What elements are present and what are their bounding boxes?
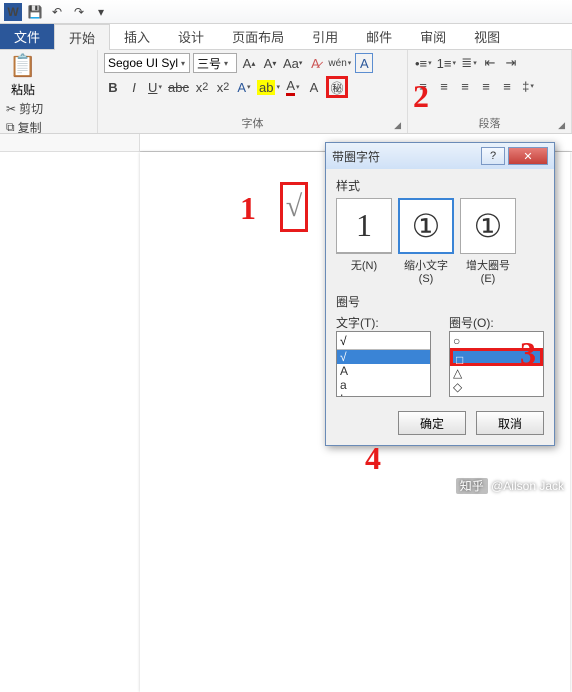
list-item[interactable]: A: [337, 364, 430, 378]
text-label: 文字(T):: [336, 314, 431, 331]
cut-button[interactable]: ✂剪切: [6, 100, 91, 117]
tab-view[interactable]: 视图: [460, 24, 514, 49]
shrink-font-button[interactable]: A▾: [261, 53, 279, 73]
list-item[interactable]: √: [337, 350, 430, 364]
tab-insert[interactable]: 插入: [110, 24, 164, 49]
list-item[interactable]: a: [337, 378, 430, 392]
font-color-button[interactable]: A: [284, 77, 302, 97]
style-enlarge-caption: 增大圈号(E): [460, 257, 516, 285]
strikethrough-button[interactable]: abc: [167, 77, 190, 97]
multilevel-list-button[interactable]: ≣: [460, 53, 478, 73]
subscript-button[interactable]: x2: [193, 77, 211, 97]
qat-customize-icon[interactable]: ▾: [92, 3, 110, 21]
justify-button[interactable]: ≡: [477, 76, 495, 96]
save-icon[interactable]: 💾: [26, 3, 44, 21]
watermark-logo: 知乎: [456, 478, 488, 494]
paragraph-group-label: 段落◢: [414, 113, 565, 131]
group-paragraph: •≡ 1≡ ≣ ⇤ ⇥ ≡ ≡ ≡ ≡ ≡ ‡ 段落◢: [408, 50, 572, 133]
italic-button[interactable]: I: [125, 77, 143, 97]
text-input[interactable]: [337, 332, 430, 350]
group-clipboard: 📋 粘贴 ✂剪切 ⧉复制 🖌格式刷 剪贴板◢: [0, 50, 98, 133]
change-case-button[interactable]: Aa▾: [282, 53, 303, 73]
align-right-button[interactable]: ≡: [456, 76, 474, 96]
word-logo: W: [4, 3, 22, 21]
cancel-button[interactable]: 取消: [476, 411, 544, 435]
align-center-button[interactable]: ≡: [435, 76, 453, 96]
list-item[interactable]: !: [337, 392, 430, 397]
tab-references[interactable]: 引用: [298, 24, 352, 49]
dialog-title: 带圈字符: [332, 148, 380, 165]
enclose-characters-dialog: 带圈字符 ? ✕ 样式 1 无(N) ① 缩小文字(S) ① 增大圈号(E): [325, 142, 555, 446]
text-listbox[interactable]: √ A a !: [336, 331, 431, 397]
help-button[interactable]: ?: [481, 147, 505, 165]
tab-review[interactable]: 审阅: [406, 24, 460, 49]
paste-button[interactable]: 📋 粘贴: [6, 53, 40, 98]
copy-icon: ⧉: [6, 120, 15, 135]
tab-mailings[interactable]: 邮件: [352, 24, 406, 49]
ruler-corner: [0, 134, 140, 152]
list-item[interactable]: □: [450, 348, 543, 366]
ok-button[interactable]: 确定: [398, 411, 466, 435]
ribbon-tabs: 文件 开始 插入 设计 页面布局 引用 邮件 审阅 视图: [0, 24, 572, 50]
list-item[interactable]: ◇: [450, 380, 543, 394]
font-size-combo[interactable]: 三号▾: [193, 53, 237, 73]
dialog-titlebar[interactable]: 带圈字符 ? ✕: [326, 143, 554, 169]
font-family-combo[interactable]: Segoe UI Syl▾: [104, 53, 190, 73]
grow-font-button[interactable]: A▴: [240, 53, 258, 73]
close-button[interactable]: ✕: [508, 147, 548, 165]
paste-label: 粘贴: [11, 81, 35, 98]
font-group-label: 字体◢: [104, 113, 401, 131]
style-shrink-caption: 缩小文字(S): [398, 257, 454, 285]
phonetic-guide-button[interactable]: wén: [327, 53, 352, 73]
enclose-characters-button[interactable]: ㊙: [326, 76, 348, 98]
numbering-button[interactable]: 1≡: [436, 53, 457, 73]
superscript-button[interactable]: x2: [214, 77, 232, 97]
group-font: Segoe UI Syl▾ 三号▾ A▴ A▾ Aa▾ A̷ wén A B I…: [98, 50, 408, 133]
redo-icon[interactable]: ↷: [70, 3, 88, 21]
ribbon: 📋 粘贴 ✂剪切 ⧉复制 🖌格式刷 剪贴板◢ Segoe UI Syl▾ 三号▾…: [0, 50, 572, 134]
watermark-author: @Ailson Jack: [491, 479, 564, 493]
style-none[interactable]: 1 无(N): [336, 198, 392, 285]
dialog-launcher-icon[interactable]: ◢: [394, 120, 401, 131]
bullets-button[interactable]: •≡: [414, 53, 433, 73]
style-none-caption: 无(N): [336, 257, 392, 273]
underline-button[interactable]: U: [146, 77, 164, 97]
ring-label: 圈号(O):: [449, 314, 544, 331]
page-glyph: √: [286, 190, 302, 224]
tab-home[interactable]: 开始: [54, 24, 110, 50]
watermark: 知乎 @Ailson Jack: [456, 477, 564, 494]
ring-listbox[interactable]: ○ □ △ ◇: [449, 331, 544, 397]
text-effects-button[interactable]: A: [235, 77, 253, 97]
highlight-button[interactable]: ab: [256, 77, 281, 97]
clear-formatting-button[interactable]: A̷: [306, 53, 324, 73]
list-item[interactable]: ○: [450, 334, 543, 348]
cut-label: 剪切: [19, 100, 43, 117]
style-enlarge[interactable]: ① 增大圈号(E): [460, 198, 516, 285]
tab-design[interactable]: 设计: [164, 24, 218, 49]
tab-file[interactable]: 文件: [0, 24, 54, 49]
line-spacing-button[interactable]: ‡: [519, 76, 537, 96]
increase-indent-button[interactable]: ⇥: [502, 53, 520, 73]
style-shrink[interactable]: ① 缩小文字(S): [398, 198, 454, 285]
align-left-button[interactable]: ≡: [414, 76, 432, 96]
enclose-label: 圈号: [336, 293, 544, 310]
distributed-button[interactable]: ≡: [498, 76, 516, 96]
undo-icon[interactable]: ↶: [48, 3, 66, 21]
dialog-launcher-icon[interactable]: ◢: [558, 120, 565, 131]
decrease-indent-button[interactable]: ⇤: [481, 53, 499, 73]
character-shading-button[interactable]: A: [305, 77, 323, 97]
quick-access-toolbar: W 💾 ↶ ↷ ▾: [0, 0, 572, 24]
tab-layout[interactable]: 页面布局: [218, 24, 298, 49]
bold-button[interactable]: B: [104, 77, 122, 97]
selected-glyph-box: √: [280, 182, 308, 232]
clipboard-icon: 📋: [9, 53, 36, 79]
styles-label: 样式: [336, 177, 544, 194]
list-item[interactable]: △: [450, 366, 543, 380]
character-border-button[interactable]: A: [355, 53, 373, 73]
scissors-icon: ✂: [6, 102, 16, 116]
